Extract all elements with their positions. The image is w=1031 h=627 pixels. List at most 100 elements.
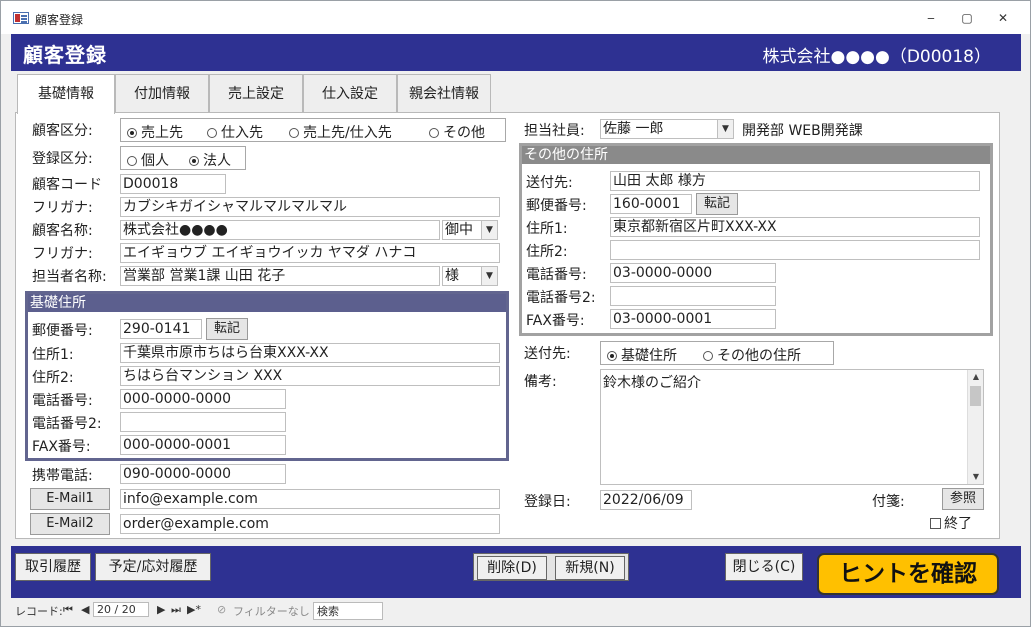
maximize-button[interactable]: ▢ — [957, 10, 977, 26]
basic-transfer-button[interactable]: 転記 — [206, 318, 248, 340]
form-icon — [13, 12, 29, 24]
furigana-field[interactable]: カブシキガイシャマルマルマルマル — [120, 197, 500, 217]
mobile-field[interactable]: 090-0000-0000 — [120, 464, 286, 484]
history-button[interactable]: 取引履歴 — [15, 553, 91, 581]
customer-honorific-value: 御中 — [445, 222, 473, 238]
basic-addr1-field[interactable]: 千葉県市原市ちはら台東XXX-XX — [120, 343, 500, 363]
staff-combo[interactable]: 佐藤 一郎 ▼ — [600, 119, 734, 139]
basic-zip-field[interactable]: 290-0141 — [120, 319, 202, 339]
send-to-other[interactable]: その他の住所 — [703, 345, 801, 365]
send-to-group: 基礎住所 その他の住所 — [600, 341, 834, 365]
other-address-title: その他の住所 — [522, 146, 990, 164]
other-addr1-field[interactable]: 東京都新宿区片町XXX-XX — [610, 217, 980, 237]
minimize-button[interactable]: ‒ — [921, 10, 941, 26]
customer-code-field[interactable]: D00018 — [120, 174, 226, 194]
email1-field[interactable]: info@example.com — [120, 489, 500, 509]
first-record-icon[interactable]: ⏮ — [63, 603, 73, 617]
record-position-field[interactable]: 20 / 20 — [93, 602, 149, 617]
other-dest-field[interactable]: 山田 太郎 様方 — [610, 171, 980, 191]
other-addr2-field[interactable] — [610, 240, 980, 260]
contact-furigana-label: フリガナ: — [32, 246, 93, 262]
contact-honorific-value: 様 — [445, 268, 459, 284]
basic-addr2-field[interactable]: ちはら台マンション XXX — [120, 366, 500, 386]
company-code-label: 株式会社●●●●（D00018） — [762, 47, 991, 67]
next-record-icon[interactable]: ▶ — [157, 603, 165, 616]
sticky-label: 付箋: — [872, 494, 905, 510]
hint-button[interactable]: ヒントを確認 — [817, 553, 999, 595]
form-footer: 取引履歴 予定/応対履歴 削除(D) 新規(N) 閉じる(C) ヒントを確認 — [11, 546, 1021, 598]
delete-button[interactable]: 削除(D) — [477, 556, 547, 580]
other-tel-field[interactable]: 03-0000-0000 — [610, 263, 776, 283]
other-zip-label: 郵便番号: — [526, 198, 587, 214]
email1-button[interactable]: E-Mail1 — [30, 488, 110, 510]
sticky-browse-button[interactable]: 参照 — [942, 488, 984, 510]
send-to-basic[interactable]: 基礎住所 — [607, 345, 677, 365]
basic-fax-field[interactable]: 000-0000-0001 — [120, 435, 286, 455]
close-button[interactable]: ✕ — [993, 10, 1013, 26]
reg-date-label: 登録日: — [524, 494, 571, 510]
schedule-button[interactable]: 予定/応対履歴 — [95, 553, 211, 581]
customer-type-other[interactable]: その他 — [429, 122, 485, 142]
window-title: 顧客登録 — [35, 13, 84, 27]
reg-type-individual[interactable]: 個人 — [127, 150, 169, 170]
other-tel2-field[interactable] — [610, 286, 776, 306]
notes-scrollbar[interactable]: ▲ ▼ — [967, 370, 983, 484]
reg-type-corporation[interactable]: 法人 — [189, 150, 231, 170]
notes-text: 鈴木様のご紹介 — [603, 375, 701, 391]
customer-honorific-combo[interactable]: 御中 ▼ — [442, 220, 498, 240]
form-header: 顧客登録 株式会社●●●●（D00018） — [11, 34, 1021, 71]
new-record-icon[interactable]: ▶* — [187, 603, 201, 616]
contact-name-label: 担当者名称: — [32, 269, 107, 285]
contact-furigana-field[interactable]: エイギョウブ エイギョウイッカ ヤマダ ハナコ — [120, 243, 500, 263]
customer-type-purchase[interactable]: 仕入先 — [207, 122, 263, 142]
customer-type-both[interactable]: 売上先/仕入先 — [289, 122, 392, 142]
reg-date-field[interactable]: 2022/06/09 — [600, 490, 692, 510]
chevron-down-icon[interactable]: ▼ — [481, 221, 497, 239]
other-fax-field[interactable]: 03-0000-0001 — [610, 309, 776, 329]
basic-tel2-label: 電話番号2: — [32, 416, 102, 432]
other-transfer-button[interactable]: 転記 — [696, 193, 738, 215]
contact-name-field[interactable]: 営業部 営業1課 山田 花子 — [120, 266, 440, 286]
tab-parent-company-info[interactable]: 親会社情報 — [397, 74, 491, 112]
scroll-thumb[interactable] — [970, 386, 981, 406]
notes-field[interactable]: 鈴木様のご紹介 ▲ ▼ — [600, 369, 984, 485]
scroll-down-icon[interactable]: ▼ — [968, 470, 984, 484]
other-addr2-label: 住所2: — [526, 244, 568, 260]
customer-name-field[interactable]: 株式会社●●●● — [120, 220, 440, 240]
tab-sales-settings[interactable]: 売上設定 — [209, 74, 303, 112]
tab-basic-info[interactable]: 基礎情報 — [17, 74, 115, 114]
basic-address-group: 基礎住所 郵便番号: 290-0141 転記 住所1: 千葉県市原市ちはら台東X… — [25, 291, 509, 461]
new-button[interactable]: 新規(N) — [555, 556, 625, 580]
chevron-down-icon[interactable]: ▼ — [481, 267, 497, 285]
prev-record-icon[interactable]: ◀ — [81, 603, 89, 616]
other-tel-label: 電話番号: — [526, 267, 587, 283]
basic-tel2-field[interactable] — [120, 412, 286, 432]
customer-type-group: 売上先 仕入先 売上先/仕入先 その他 — [120, 118, 506, 142]
email2-field[interactable]: order@example.com — [120, 514, 500, 534]
other-zip-field[interactable]: 160-0001 — [610, 194, 692, 214]
email2-button[interactable]: E-Mail2 — [30, 513, 110, 535]
customer-type-sales[interactable]: 売上先 — [127, 122, 183, 142]
done-checkbox[interactable]: 終了 — [930, 513, 972, 533]
reg-type-group: 個人 法人 — [120, 146, 246, 170]
basic-fax-label: FAX番号: — [32, 439, 91, 455]
basic-tel-field[interactable]: 000-0000-0000 — [120, 389, 286, 409]
scroll-up-icon[interactable]: ▲ — [968, 370, 984, 384]
other-address-group: その他の住所 送付先: 山田 太郎 様方 郵便番号: 160-0001 転記 住… — [519, 143, 993, 336]
window: 顧客登録 ‒ ▢ ✕ 顧客登録 株式会社●●●●（D00018） 基礎情報 付加… — [0, 0, 1031, 627]
form-title: 顧客登録 — [23, 43, 107, 67]
chevron-down-icon[interactable]: ▼ — [717, 120, 733, 138]
checkbox-icon — [930, 518, 941, 529]
contact-honorific-combo[interactable]: 様 ▼ — [442, 266, 498, 286]
tab-purchase-settings[interactable]: 仕入設定 — [303, 74, 397, 112]
titlebar: 顧客登録 ‒ ▢ ✕ — [1, 1, 1030, 34]
basic-address-title: 基礎住所 — [28, 294, 506, 312]
close-form-button[interactable]: 閉じる(C) — [725, 553, 803, 581]
filter-status[interactable]: フィルターなし — [233, 603, 310, 619]
notes-label: 備考: — [524, 374, 557, 390]
tab-additional-info[interactable]: 付加情報 — [115, 74, 209, 112]
last-record-icon[interactable]: ⏭ — [171, 603, 181, 617]
filter-icon: ⊘ — [217, 603, 227, 616]
search-input[interactable]: 検索 — [313, 602, 383, 620]
other-dest-label: 送付先: — [526, 175, 573, 191]
